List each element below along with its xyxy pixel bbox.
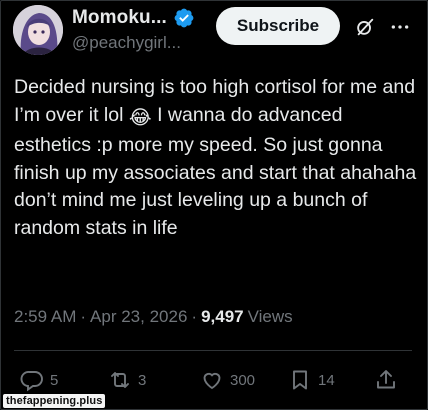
meta-separator: · [80, 307, 87, 326]
bookmark-count: 14 [318, 371, 335, 389]
more-options-icon[interactable] [390, 17, 410, 37]
avatar[interactable] [13, 5, 63, 55]
tweet-date[interactable]: Apr 23, 2026 [90, 307, 187, 327]
display-name[interactable]: Momoku... [72, 7, 167, 29]
subscribe-button[interactable]: Subscribe [216, 7, 340, 45]
reply-icon [20, 371, 43, 392]
like-button[interactable]: 300 [200, 368, 255, 392]
like-count: 300 [230, 371, 256, 389]
share-icon [377, 370, 395, 389]
avatar-image [13, 5, 63, 55]
repost-icon [111, 372, 129, 388]
views-label: Views [247, 307, 293, 326]
verified-badge-icon [174, 8, 194, 28]
heart-icon [203, 372, 221, 390]
watermark: thefappening.plus [3, 394, 106, 408]
reply-button[interactable]: 5 [20, 368, 58, 392]
tweet-time[interactable]: 2:59 AM [14, 307, 76, 327]
share-button[interactable] [374, 368, 398, 392]
bookmark-button[interactable]: 14 [288, 368, 335, 392]
divider [14, 350, 412, 351]
repost-button[interactable]: 3 [108, 368, 146, 392]
user-handle[interactable]: @peachygirl... [72, 33, 181, 53]
repost-count: 3 [138, 371, 147, 389]
reply-count: 5 [50, 371, 59, 389]
name-row: Momoku... [72, 7, 195, 29]
meta-separator: · [191, 307, 198, 326]
views-count: 9,497 [201, 307, 244, 326]
joy-emoji-icon: 😂 [128, 106, 152, 129]
tweet-text: Decided nursing is too high cortisol for… [14, 74, 418, 242]
grok-icon[interactable] [354, 16, 376, 38]
bookmark-icon [293, 370, 307, 390]
tweet-meta: 2:59 AM · Apr 23, 2026 · 9,497 Views [14, 307, 293, 327]
